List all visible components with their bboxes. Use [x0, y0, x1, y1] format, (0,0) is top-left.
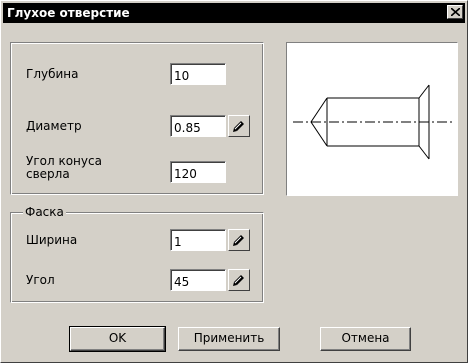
cone-angle-label-line2: сверла	[26, 167, 70, 181]
cancel-button[interactable]: Отмена	[320, 327, 411, 351]
chamfer-width-field[interactable]	[170, 229, 226, 251]
hole-preview	[286, 42, 458, 196]
chamfer-angle-pick-button[interactable]	[228, 269, 250, 291]
diameter-field[interactable]	[170, 115, 226, 137]
pencil-pick-icon	[233, 235, 244, 246]
window-title: Глухое отверстие	[7, 6, 130, 20]
title-bar: Глухое отверстие	[3, 3, 465, 23]
chamfer-width-pick-button[interactable]	[228, 229, 250, 251]
chamfer-width-label: Ширина	[26, 233, 78, 247]
close-icon	[451, 8, 460, 16]
depth-label: Глубина	[26, 67, 79, 81]
apply-button[interactable]: Применить	[178, 327, 280, 351]
pencil-pick-icon	[233, 121, 244, 132]
cone-angle-field[interactable]	[170, 161, 226, 183]
diameter-pick-button[interactable]	[228, 115, 250, 137]
chamfer-angle-field[interactable]	[170, 269, 226, 291]
chamfer-group: Фаска Ширина Угол	[10, 205, 264, 303]
depth-field[interactable]	[170, 63, 226, 85]
blind-hole-drawing	[293, 84, 453, 160]
dialog-window: Глухое отверстие Глубина Диаметр Угол ко…	[0, 0, 468, 363]
ok-button[interactable]: OK	[69, 326, 166, 352]
diameter-label: Диаметр	[26, 119, 82, 133]
chamfer-angle-label: Угол	[26, 273, 55, 287]
chamfer-group-title: Фаска	[23, 205, 66, 219]
parameters-group: Глубина Диаметр Угол конуса сверла	[10, 42, 264, 195]
close-button[interactable]	[447, 5, 463, 19]
pencil-pick-icon	[233, 275, 244, 286]
